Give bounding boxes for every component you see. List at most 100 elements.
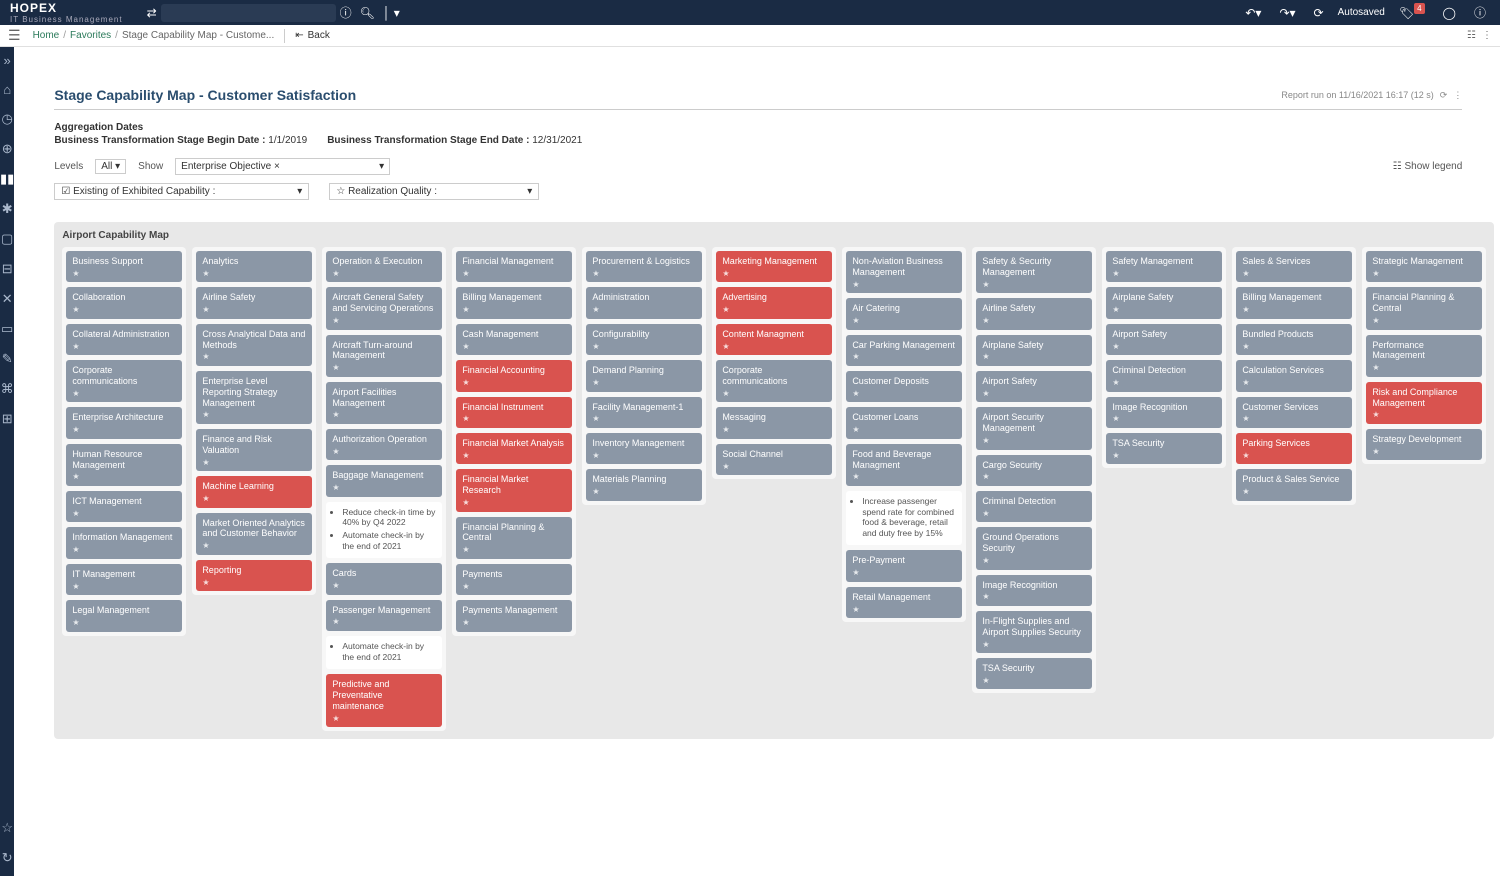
capability-card[interactable]: Car Parking Management★ [846,335,962,366]
capability-card[interactable]: Performance Management★ [1366,335,1482,377]
capability-header-card[interactable]: Business Support★ [66,251,182,282]
capability-card[interactable]: Customer Services★ [1236,397,1352,428]
capability-card[interactable]: Ground Operations Security★ [976,527,1092,569]
capability-card[interactable]: Airline Safety★ [976,298,1092,329]
capability-card[interactable]: Cargo Security★ [976,455,1092,486]
capability-card[interactable]: Social Channel★ [716,444,832,475]
capability-card[interactable]: Criminal Detection★ [976,491,1092,522]
capability-card[interactable]: Criminal Detection★ [1106,360,1222,391]
capability-header-card[interactable]: Financial Management★ [456,251,572,282]
capability-card[interactable]: Advertising★ [716,287,832,318]
capability-card[interactable]: Payments★ [456,564,572,595]
capability-card[interactable]: Information Management★ [66,527,182,558]
globe-icon[interactable]: ⊕ [2,141,13,157]
capability-card[interactable]: Bundled Products★ [1236,324,1352,355]
back-arrow-icon[interactable]: ⇤ [295,30,303,41]
list-view-icon[interactable]: ☷ [1467,30,1476,41]
levels-select[interactable]: All ▾ [95,159,126,174]
edit-icon[interactable]: ✎ [2,351,13,367]
capability-card[interactable]: TSA Security★ [1106,433,1222,464]
existing-capability-filter[interactable]: ☑ Existing of Exhibited Capability : ▾ [54,183,309,200]
gear-icon[interactable]: ✱ [2,201,13,217]
capability-card[interactable]: Collaboration★ [66,287,182,318]
crumb-home[interactable]: Home [33,30,60,41]
capability-card[interactable]: Financial Market Research★ [456,469,572,511]
capability-header-card[interactable]: Non-Aviation Business Management★ [846,251,962,293]
capability-card[interactable]: Finance and Risk Valuation★ [196,429,312,471]
refresh-report-icon[interactable]: ⟳ [1440,90,1448,101]
capability-card[interactable]: Content Managment★ [716,324,832,355]
user-icon[interactable]: ◯ [1443,6,1456,20]
capability-card[interactable]: Retail Management★ [846,587,962,618]
capability-card[interactable]: Demand Planning★ [586,360,702,391]
capability-card[interactable]: Baggage Management★ [326,465,442,496]
capability-card[interactable]: Authorization Operation★ [326,429,442,460]
capability-card[interactable]: Market Oriented Analytics and Customer B… [196,513,312,555]
capability-card[interactable]: Predictive and Preventative maintenance★ [326,674,442,727]
crumb-favorites[interactable]: Favorites [70,30,111,41]
capability-card[interactable]: Legal Management★ [66,600,182,631]
capability-card[interactable]: Financial Market Analysis★ [456,433,572,464]
chart-icon[interactable]: ▮▮ [0,171,14,187]
capability-card[interactable]: Image Recognition★ [1106,397,1222,428]
refresh-icon[interactable]: ⟳ [1314,6,1324,20]
capability-card[interactable]: Corporate communications★ [716,360,832,402]
capability-card[interactable]: Financial Accounting★ [456,360,572,391]
grid-icon[interactable]: ⊞ [2,411,13,427]
search-icon[interactable]: 🔍︎ [360,6,375,20]
device-icon[interactable]: ▢ [1,231,13,247]
report-more-icon[interactable]: ⋮ [1453,90,1462,101]
capability-card[interactable]: Financial Instrument★ [456,397,572,428]
info-icon[interactable]: ⓘ [340,4,352,21]
capability-card[interactable]: Machine Learning★ [196,476,312,507]
realization-quality-filter[interactable]: ☆ Realization Quality : ▾ [329,183,539,200]
capability-header-card[interactable]: Sales & Services★ [1236,251,1352,282]
search-dropdown-icon[interactable]: │ ▾ [383,6,400,20]
capability-card[interactable]: Airport Facilities Management★ [326,382,442,424]
capability-card[interactable]: Passenger Management★ [326,600,442,631]
group-icon[interactable]: ⌘ [1,381,14,397]
capability-card[interactable]: Billing Management★ [1236,287,1352,318]
capability-header-card[interactable]: Safety Management★ [1106,251,1222,282]
capability-card[interactable]: Messaging★ [716,407,832,438]
expand-rail-icon[interactable]: » [4,53,11,68]
show-select[interactable]: Enterprise Objective ×▾ [175,158,390,175]
capability-card[interactable]: Food and Beverage Managment★ [846,444,962,486]
star-icon[interactable]: ☆ [1,820,13,836]
capability-card[interactable]: Enterprise Architecture★ [66,407,182,438]
capability-header-card[interactable]: Marketing Management★ [716,251,832,282]
capability-header-card[interactable]: Procurement & Logistics★ [586,251,702,282]
redo-icon[interactable]: ↷▾ [1279,6,1295,20]
capability-card[interactable]: Parking Services★ [1236,433,1352,464]
capability-header-card[interactable]: Strategic Management★ [1366,251,1482,282]
help-icon[interactable]: ⓘ [1474,4,1486,21]
tag-icon[interactable]: 🏷4 [1399,6,1425,20]
capability-card[interactable]: Airline Safety★ [196,287,312,318]
capability-card[interactable]: Cross Analytical Data and Methods★ [196,324,312,366]
capability-card[interactable]: Airport Safety★ [976,371,1092,402]
capability-card[interactable]: Customer Loans★ [846,407,962,438]
tools-icon[interactable]: ✕ [2,291,13,307]
more-icon[interactable]: ⋮ [1482,30,1492,41]
capability-card[interactable]: Strategy Development★ [1366,429,1482,460]
capability-card[interactable]: In-Flight Supplies and Airport Supplies … [976,611,1092,653]
capability-card[interactable]: Aircraft Turn-around Management★ [326,335,442,377]
capability-card[interactable]: TSA Security★ [976,658,1092,689]
capability-card[interactable]: Aircraft General Safety and Servicing Op… [326,287,442,329]
capability-card[interactable]: Customer Deposits★ [846,371,962,402]
history-icon[interactable]: ↻ [2,850,13,866]
capability-card[interactable]: Corporate communications★ [66,360,182,402]
capability-card[interactable]: Payments Management★ [456,600,572,631]
capability-card[interactable]: Airplane Safety★ [1106,287,1222,318]
capability-card[interactable]: Airport Security Management★ [976,407,1092,449]
capability-card[interactable]: Image Recognition★ [976,575,1092,606]
capability-card[interactable]: Airport Safety★ [1106,324,1222,355]
capability-card[interactable]: Financial Planning & Central★ [456,517,572,559]
capability-header-card[interactable]: Operation & Execution★ [326,251,442,282]
back-button[interactable]: Back [308,30,330,41]
box-icon[interactable]: ⊟ [2,261,13,277]
capability-card[interactable]: Configurability★ [586,324,702,355]
capability-card[interactable]: Cards★ [326,563,442,594]
menu-icon[interactable]: ☰ [8,27,21,44]
capability-card[interactable]: Pre-Payment★ [846,550,962,581]
